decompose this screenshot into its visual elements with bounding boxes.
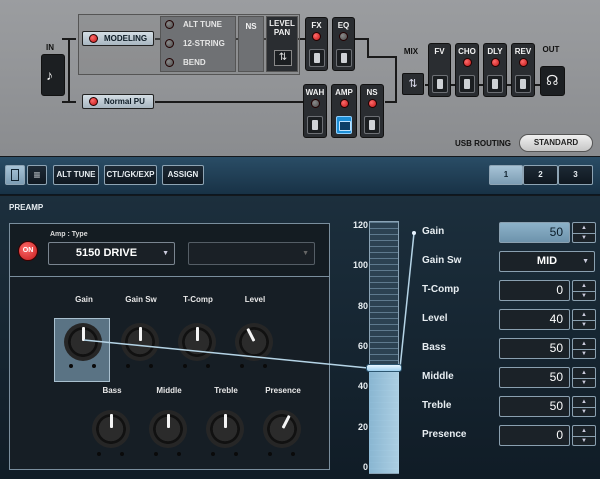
param-label-gain-sw: Gain Sw (422, 255, 462, 266)
param-label-middle: Middle (422, 371, 454, 382)
param-label-presence: Presence (422, 429, 467, 440)
param-label-gain: Gain (422, 226, 445, 237)
param-label-treble: Treble (422, 400, 452, 411)
scale-tick: 0 (362, 462, 368, 472)
scale-tick: 100 (352, 260, 368, 270)
param-value-middle[interactable]: 50 (499, 367, 570, 388)
scale-tick: 120 (352, 220, 368, 230)
scale-tick: 60 (357, 341, 368, 351)
param-spinner-t-comp[interactable] (572, 280, 596, 301)
param-spinner-middle[interactable] (572, 367, 596, 388)
param-value-gain-sw[interactable]: MID (499, 251, 595, 272)
param-value-gain[interactable]: 50 (499, 222, 570, 243)
value-slider-fill (369, 368, 399, 473)
param-spinner-treble[interactable] (572, 396, 596, 417)
param-label-level: Level (422, 313, 448, 324)
param-label-t-comp: T-Comp (422, 284, 460, 295)
param-connector (399, 232, 415, 369)
param-connector-dot (412, 231, 416, 235)
value-slider-handle[interactable] (366, 364, 402, 373)
param-spinner-level[interactable] (572, 309, 596, 330)
param-value-bass[interactable]: 50 (499, 338, 570, 359)
param-value-presence[interactable]: 0 (499, 425, 570, 446)
param-value-level[interactable]: 40 (499, 309, 570, 330)
param-value-treble[interactable]: 50 (499, 396, 570, 417)
scale-tick: 40 (357, 381, 368, 391)
knob-connector (83, 339, 369, 369)
scale-tick: 80 (357, 301, 368, 311)
scale-tick: 20 (357, 422, 368, 432)
param-spinner-bass[interactable] (572, 338, 596, 359)
param-spinner-gain[interactable] (572, 222, 596, 243)
param-value-t-comp[interactable]: 0 (499, 280, 570, 301)
param-label-bass: Bass (422, 342, 446, 353)
param-spinner-presence[interactable] (572, 425, 596, 446)
